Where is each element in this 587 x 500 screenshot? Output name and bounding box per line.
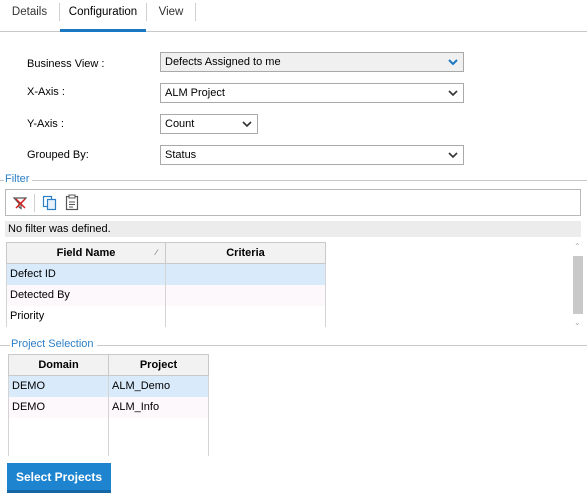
chevron-down-icon[interactable] [443, 146, 463, 164]
project-selection-title: Project Selection [10, 338, 97, 350]
x-axis-value: ALM Project [165, 87, 225, 99]
filter-toolbar [5, 189, 581, 216]
paste-icon[interactable] [65, 194, 79, 214]
table-row[interactable]: Priority [6, 305, 326, 327]
empty-cell [8, 417, 109, 456]
table-row[interactable]: DEMO ALM_Info [8, 396, 209, 418]
column-header-label: Field Name [56, 247, 116, 259]
select-projects-button[interactable]: Select Projects [7, 463, 111, 493]
tab-view[interactable]: View [147, 0, 195, 32]
column-header-field-name[interactable]: Field Name ∕ [6, 242, 166, 264]
business-view-value: Defects Assigned to me [165, 56, 281, 68]
filter-icon[interactable] [12, 196, 28, 213]
y-axis-select[interactable]: Count [160, 114, 258, 134]
chevron-down-icon[interactable] [443, 84, 463, 102]
chevron-down-icon[interactable] [443, 53, 463, 71]
grouped-by-select[interactable]: Status [160, 145, 464, 165]
criteria-cell[interactable] [165, 305, 326, 327]
table-row[interactable]: DEMO ALM_Demo [8, 375, 209, 397]
table-row[interactable]: Defect ID [6, 263, 326, 285]
copy-icon[interactable] [42, 195, 57, 214]
tab-bar: Details Configuration View [0, 0, 587, 32]
business-view-label: Business View : [27, 58, 105, 70]
criteria-cell[interactable] [165, 263, 326, 285]
scroll-down-icon[interactable]: ⌄ [574, 318, 581, 327]
business-view-select[interactable]: Defects Assigned to me [160, 52, 464, 72]
grouped-by-label: Grouped By: [27, 149, 89, 161]
table-row[interactable]: Detected By [6, 284, 326, 306]
column-header-domain[interactable]: Domain [8, 354, 109, 376]
filter-section-title: Filter [4, 173, 33, 185]
vertical-scrollbar[interactable]: ⌃ ⌄ [572, 242, 584, 332]
y-axis-label: Y-Axis : [27, 118, 64, 130]
column-header-project[interactable]: Project [108, 354, 209, 376]
divider [0, 180, 587, 181]
project-cell: ALM_Demo [108, 375, 209, 397]
criteria-cell[interactable] [165, 284, 326, 306]
scrollbar-thumb[interactable] [573, 256, 583, 314]
project-grid: Domain Project DEMO ALM_Demo DEMO ALM_In… [8, 354, 209, 456]
scroll-up-icon[interactable]: ⌃ [574, 242, 581, 251]
x-axis-label: X-Axis : [27, 86, 65, 98]
sort-icon: ∕ [155, 248, 157, 257]
filter-grid: Field Name ∕ Criteria Defect ID Detected… [6, 242, 326, 327]
column-header-criteria[interactable]: Criteria [165, 242, 326, 264]
y-axis-value: Count [165, 118, 195, 130]
tab-configuration[interactable]: Configuration [60, 0, 146, 32]
empty-row [8, 417, 209, 456]
project-cell: ALM_Info [108, 396, 209, 418]
empty-cell [108, 417, 209, 456]
filter-section-header: Filter [0, 173, 587, 187]
tab-separator [195, 3, 196, 21]
domain-cell: DEMO [8, 375, 109, 397]
field-name-cell: Priority [6, 305, 166, 327]
domain-cell: DEMO [8, 396, 109, 418]
x-axis-select[interactable]: ALM Project [160, 83, 464, 103]
tab-details[interactable]: Details [0, 0, 59, 32]
toolbar-separator [34, 194, 35, 212]
chevron-down-icon[interactable] [237, 115, 257, 133]
grouped-by-value: Status [165, 149, 197, 161]
project-selection-header: Project Selection [0, 338, 587, 352]
no-filter-message: No filter was defined. [5, 221, 581, 237]
field-name-cell: Defect ID [6, 263, 166, 285]
field-name-cell: Detected By [6, 284, 166, 306]
